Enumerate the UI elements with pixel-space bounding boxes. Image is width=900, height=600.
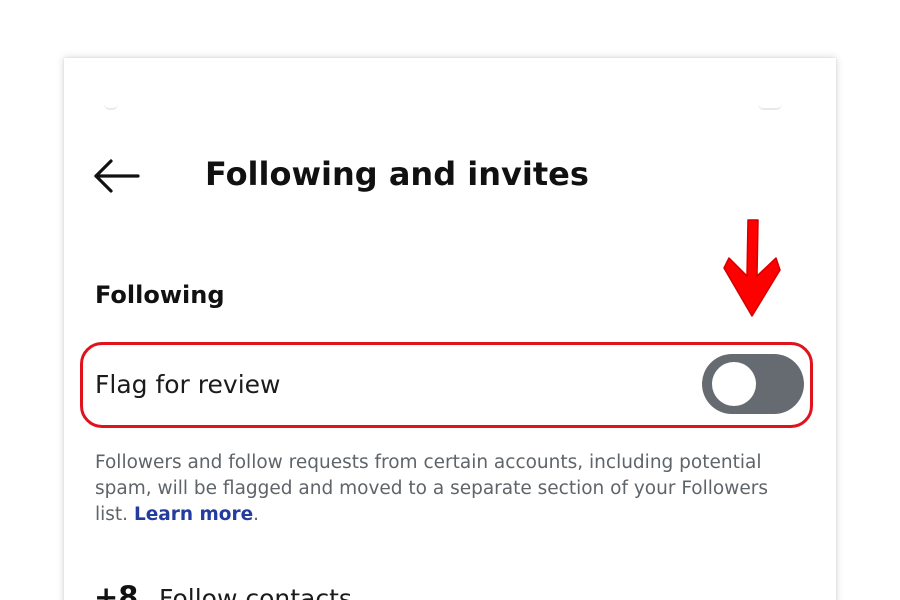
add-contacts-icon: +8	[94, 580, 139, 600]
toggle-knob	[712, 362, 756, 406]
flag-description: Followers and follow requests from certa…	[95, 450, 795, 528]
page-title: Following and invites	[205, 155, 589, 193]
flag-for-review-label: Flag for review	[95, 370, 281, 399]
status-bar-hint	[104, 100, 118, 110]
follow-contacts-row[interactable]: +8 Follow contacts	[92, 578, 592, 600]
settings-card: Following and invites Following Flag for…	[64, 58, 836, 600]
follow-contacts-label: Follow contacts	[159, 584, 352, 600]
screenshot-stage: Following and invites Following Flag for…	[0, 0, 900, 600]
learn-more-link[interactable]: Learn more	[134, 504, 253, 525]
description-period: .	[253, 504, 260, 525]
status-bar-hint	[758, 100, 782, 110]
flag-for-review-toggle[interactable]	[702, 354, 804, 414]
arrow-left-icon	[94, 159, 140, 193]
section-heading-following: Following	[95, 281, 225, 309]
red-down-arrow-icon	[723, 219, 781, 317]
back-button[interactable]	[92, 154, 142, 198]
flag-for-review-row[interactable]: Flag for review	[80, 342, 813, 428]
